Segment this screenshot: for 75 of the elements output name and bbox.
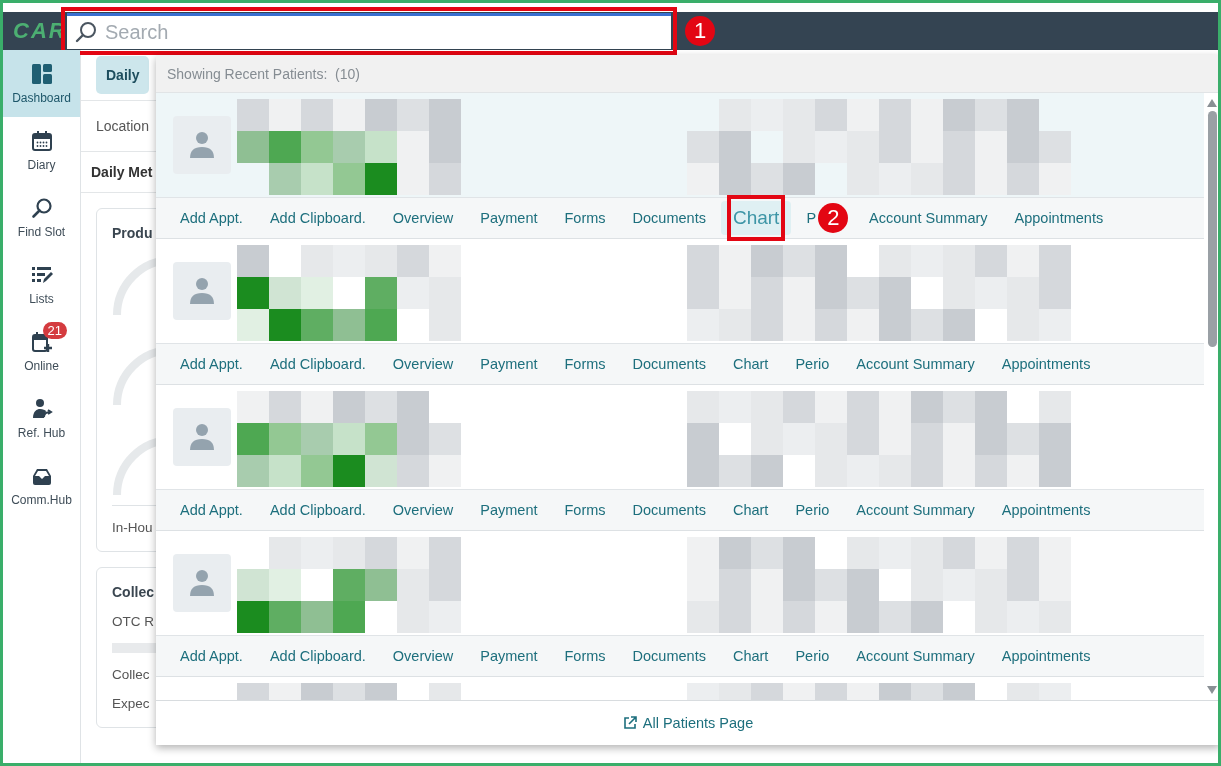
action-link[interactable]: Forms	[564, 206, 606, 230]
action-link[interactable]: Account Summary	[856, 644, 975, 668]
sidebar-item[interactable]: Ref. Hub	[3, 385, 80, 452]
action-link[interactable]: Add Appt.	[180, 644, 243, 668]
action-link[interactable]: Appointments	[1001, 644, 1091, 668]
sidebar-item[interactable]: Diary	[3, 117, 80, 184]
sidebar-item[interactable]: Find Slot	[3, 184, 80, 251]
action-link[interactable]: Overview	[392, 352, 454, 376]
results-heading: Showing Recent Patients: (10)	[167, 65, 360, 82]
search-field[interactable]: Search	[67, 13, 671, 49]
action-link[interactable]: Documents	[632, 206, 706, 230]
action-link[interactable]: Chart	[732, 498, 769, 522]
action-link[interactable]: Appointments	[1001, 498, 1091, 522]
metric-label: Collec	[112, 667, 151, 682]
period-tab[interactable]: Daily	[96, 56, 150, 94]
callout-number: 1	[685, 16, 715, 46]
action-link[interactable]: Documents	[632, 352, 706, 376]
action-link[interactable]: Payment	[480, 206, 538, 230]
scroll-up-icon[interactable]	[1207, 99, 1217, 107]
callout-number: 2	[818, 203, 849, 233]
action-link[interactable]: Appointments	[1001, 352, 1091, 376]
location-label: Location	[96, 118, 149, 134]
person-share-icon	[30, 397, 53, 420]
sidebar-item[interactable]: Comm.Hub	[3, 452, 80, 519]
action-link[interactable]: Forms	[564, 498, 606, 522]
patient-row[interactable]	[156, 93, 1204, 198]
dashboard-icon	[30, 62, 53, 85]
all-patients-link[interactable]: All Patients Page	[622, 715, 754, 731]
action-link[interactable]: Documents	[632, 644, 706, 668]
avatar-icon	[173, 262, 231, 320]
action-link[interactable]: P	[806, 206, 817, 230]
action-link[interactable]: Add Clipboard.	[269, 206, 366, 230]
action-link[interactable]: Overview	[392, 498, 454, 522]
action-link[interactable]: Payment	[480, 644, 538, 668]
action-link[interactable]: Perio	[795, 498, 830, 522]
count-badge: 21	[42, 321, 67, 339]
action-link[interactable]: Appointments	[1014, 206, 1104, 230]
avatar-icon	[173, 554, 231, 612]
action-link[interactable]: Add Appt.	[180, 206, 243, 230]
action-link[interactable]: Account Summary	[869, 206, 988, 230]
action-link[interactable]: Payment	[480, 498, 538, 522]
action-link[interactable]: Documents	[632, 498, 706, 522]
avatar-icon	[173, 116, 231, 174]
action-link[interactable]: Add Clipboard.	[269, 498, 366, 522]
action-link[interactable]: Overview	[392, 206, 454, 230]
section-title: Daily Met	[91, 164, 153, 180]
metric-label: In-Hou	[112, 520, 154, 535]
action-link[interactable]: Add Clipboard.	[269, 352, 366, 376]
highlight-frame	[726, 195, 786, 241]
search-icon	[30, 196, 53, 219]
sidebar-item[interactable]: 21 Online	[3, 318, 80, 385]
action-link[interactable]: Account Summary	[856, 498, 975, 522]
action-link[interactable]: Forms	[564, 644, 606, 668]
action-link[interactable]: Payment	[480, 352, 538, 376]
action-link[interactable]: Perio	[795, 352, 830, 376]
action-link[interactable]: Forms	[564, 352, 606, 376]
card-title: Produ	[112, 225, 154, 241]
action-link[interactable]: Add Appt.	[180, 352, 243, 376]
metric-label: OTC R	[112, 614, 155, 629]
search-icon	[75, 21, 97, 43]
action-link[interactable]: Add Appt.	[180, 498, 243, 522]
card-title: Collec	[112, 584, 155, 600]
external-link-icon	[622, 716, 637, 730]
scroll-down-icon[interactable]	[1207, 686, 1217, 694]
action-link[interactable]: Perio	[795, 644, 830, 668]
avatar-icon	[173, 408, 231, 466]
action-link[interactable]: Account Summary	[856, 352, 975, 376]
action-link[interactable]: Overview	[392, 644, 454, 668]
action-link[interactable]: Chart	[732, 644, 769, 668]
sidebar-item[interactable]: Lists	[3, 251, 80, 318]
metric-label: Expec	[112, 696, 151, 711]
sidebar-item[interactable]: Dashboard	[3, 50, 80, 117]
action-link[interactable]: Add Clipboard.	[269, 644, 366, 668]
calendar-icon	[30, 129, 53, 152]
action-link[interactable]: Chart	[732, 352, 769, 376]
